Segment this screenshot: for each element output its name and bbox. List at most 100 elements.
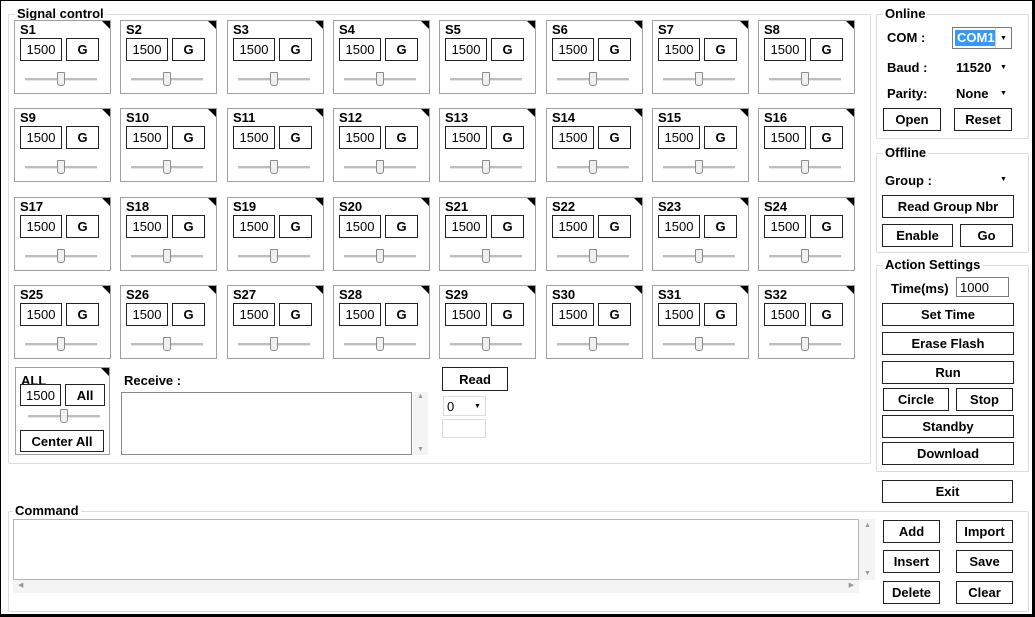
servo-slider-thumb[interactable] bbox=[270, 160, 278, 174]
servo-slider-thumb[interactable] bbox=[163, 72, 171, 86]
servo-value-input[interactable]: 1500 bbox=[233, 38, 275, 61]
servo-go-button[interactable]: G bbox=[810, 38, 843, 61]
servo-go-button[interactable]: G bbox=[66, 215, 99, 238]
servo-go-button[interactable]: G bbox=[598, 126, 631, 149]
delete-button[interactable]: Delete bbox=[883, 581, 940, 604]
center-all-button[interactable]: Center All bbox=[20, 430, 104, 452]
baud-select[interactable]: 11520 ▼ bbox=[952, 56, 1012, 78]
scroll-right-arrow-icon[interactable]: ▶ bbox=[849, 581, 854, 589]
servo-slider-thumb[interactable] bbox=[589, 160, 597, 174]
servo-slider-thumb[interactable] bbox=[695, 160, 703, 174]
servo-go-button[interactable]: G bbox=[810, 303, 843, 326]
scroll-down-arrow-icon[interactable]: ▼ bbox=[864, 570, 871, 577]
servo-value-input[interactable]: 1500 bbox=[658, 38, 700, 61]
chevron-down-icon[interactable]: ▼ bbox=[470, 397, 485, 415]
receive-textarea[interactable] bbox=[121, 392, 412, 455]
servo-value-input[interactable]: 1500 bbox=[233, 126, 275, 149]
servo-slider-thumb[interactable] bbox=[270, 72, 278, 86]
servo-slider-thumb[interactable] bbox=[270, 337, 278, 351]
servo-value-input[interactable]: 1500 bbox=[126, 38, 168, 61]
servo-value-input[interactable]: 1500 bbox=[445, 303, 487, 326]
enable-button[interactable]: Enable bbox=[882, 224, 953, 247]
servo-slider-thumb[interactable] bbox=[589, 72, 597, 86]
servo-slider-thumb[interactable] bbox=[589, 337, 597, 351]
command-textarea[interactable] bbox=[13, 519, 859, 580]
open-button[interactable]: Open bbox=[883, 108, 941, 131]
servo-value-input[interactable]: 1500 bbox=[233, 303, 275, 326]
servo-slider-thumb[interactable] bbox=[376, 337, 384, 351]
servo-value-input[interactable]: 1500 bbox=[339, 215, 381, 238]
chevron-down-icon[interactable]: ▼ bbox=[996, 169, 1011, 189]
servo-slider-thumb[interactable] bbox=[801, 249, 809, 263]
servo-go-button[interactable]: G bbox=[66, 38, 99, 61]
servo-slider-thumb[interactable] bbox=[163, 160, 171, 174]
servo-slider-thumb[interactable] bbox=[57, 160, 65, 174]
servo-slider-thumb[interactable] bbox=[163, 249, 171, 263]
servo-value-input[interactable]: 1500 bbox=[126, 126, 168, 149]
servo-value-input[interactable]: 1500 bbox=[233, 215, 275, 238]
servo-go-button[interactable]: G bbox=[279, 126, 312, 149]
stop-button[interactable]: Stop bbox=[956, 388, 1013, 411]
servo-slider-thumb[interactable] bbox=[270, 249, 278, 263]
servo-value-input[interactable]: 1500 bbox=[126, 215, 168, 238]
servo-value-input[interactable]: 1500 bbox=[764, 215, 806, 238]
servo-value-input[interactable]: 1500 bbox=[126, 303, 168, 326]
servo-value-input[interactable]: 1500 bbox=[20, 303, 62, 326]
servo-slider-thumb[interactable] bbox=[376, 249, 384, 263]
run-button[interactable]: Run bbox=[882, 361, 1014, 384]
chevron-down-icon[interactable]: ▼ bbox=[996, 83, 1011, 103]
servo-value-input[interactable]: 1500 bbox=[552, 215, 594, 238]
servo-go-button[interactable]: G bbox=[598, 303, 631, 326]
servo-slider-thumb[interactable] bbox=[695, 249, 703, 263]
chevron-down-icon[interactable]: ▼ bbox=[996, 57, 1011, 77]
servo-go-button[interactable]: G bbox=[491, 303, 524, 326]
servo-value-input[interactable]: 1500 bbox=[339, 126, 381, 149]
servo-value-input[interactable]: 1500 bbox=[339, 303, 381, 326]
servo-value-input[interactable]: 1500 bbox=[658, 303, 700, 326]
servo-go-button[interactable]: G bbox=[491, 215, 524, 238]
servo-go-button[interactable]: G bbox=[810, 126, 843, 149]
command-vertical-scrollbar[interactable]: ▲ ▼ bbox=[859, 519, 875, 580]
read-channel-select[interactable]: 0 ▼ bbox=[443, 396, 486, 416]
scroll-up-arrow-icon[interactable]: ▲ bbox=[417, 393, 424, 400]
servo-value-input[interactable]: 1500 bbox=[552, 303, 594, 326]
go-button[interactable]: Go bbox=[960, 224, 1013, 247]
servo-value-input[interactable]: 1500 bbox=[658, 215, 700, 238]
servo-go-button[interactable]: G bbox=[172, 126, 205, 149]
servo-slider-thumb[interactable] bbox=[801, 72, 809, 86]
servo-slider-thumb[interactable] bbox=[695, 337, 703, 351]
clear-button[interactable]: Clear bbox=[956, 581, 1013, 604]
save-button[interactable]: Save bbox=[956, 550, 1013, 573]
servo-go-button[interactable]: G bbox=[172, 38, 205, 61]
standby-button[interactable]: Standby bbox=[882, 415, 1014, 438]
servo-slider-thumb[interactable] bbox=[57, 337, 65, 351]
circle-button[interactable]: Circle bbox=[883, 388, 949, 411]
download-button[interactable]: Download bbox=[882, 442, 1014, 465]
servo-slider-thumb[interactable] bbox=[482, 337, 490, 351]
exit-button[interactable]: Exit bbox=[882, 480, 1013, 503]
servo-slider-thumb[interactable] bbox=[801, 337, 809, 351]
servo-slider-thumb[interactable] bbox=[163, 337, 171, 351]
servo-go-button[interactable]: G bbox=[279, 38, 312, 61]
servo-go-button[interactable]: G bbox=[704, 38, 737, 61]
scroll-up-arrow-icon[interactable]: ▲ bbox=[864, 522, 871, 529]
receive-scrollbar[interactable]: ▲ ▼ bbox=[413, 392, 428, 455]
servo-slider-thumb[interactable] bbox=[482, 249, 490, 263]
all-slider-thumb[interactable] bbox=[60, 409, 68, 423]
reset-button[interactable]: Reset bbox=[954, 108, 1012, 131]
read-group-nbr-button[interactable]: Read Group Nbr bbox=[882, 195, 1014, 218]
servo-go-button[interactable]: G bbox=[810, 215, 843, 238]
servo-slider-thumb[interactable] bbox=[801, 160, 809, 174]
group-select[interactable]: ▼ bbox=[952, 168, 1012, 190]
servo-value-input[interactable]: 1500 bbox=[764, 303, 806, 326]
servo-go-button[interactable]: G bbox=[172, 215, 205, 238]
add-button[interactable]: Add bbox=[883, 520, 940, 543]
servo-go-button[interactable]: G bbox=[598, 215, 631, 238]
servo-value-input[interactable]: 1500 bbox=[764, 38, 806, 61]
servo-slider-thumb[interactable] bbox=[376, 72, 384, 86]
read-button[interactable]: Read bbox=[442, 367, 508, 391]
servo-go-button[interactable]: G bbox=[385, 303, 418, 326]
servo-value-input[interactable]: 1500 bbox=[764, 126, 806, 149]
servo-slider-thumb[interactable] bbox=[57, 249, 65, 263]
servo-go-button[interactable]: G bbox=[704, 215, 737, 238]
